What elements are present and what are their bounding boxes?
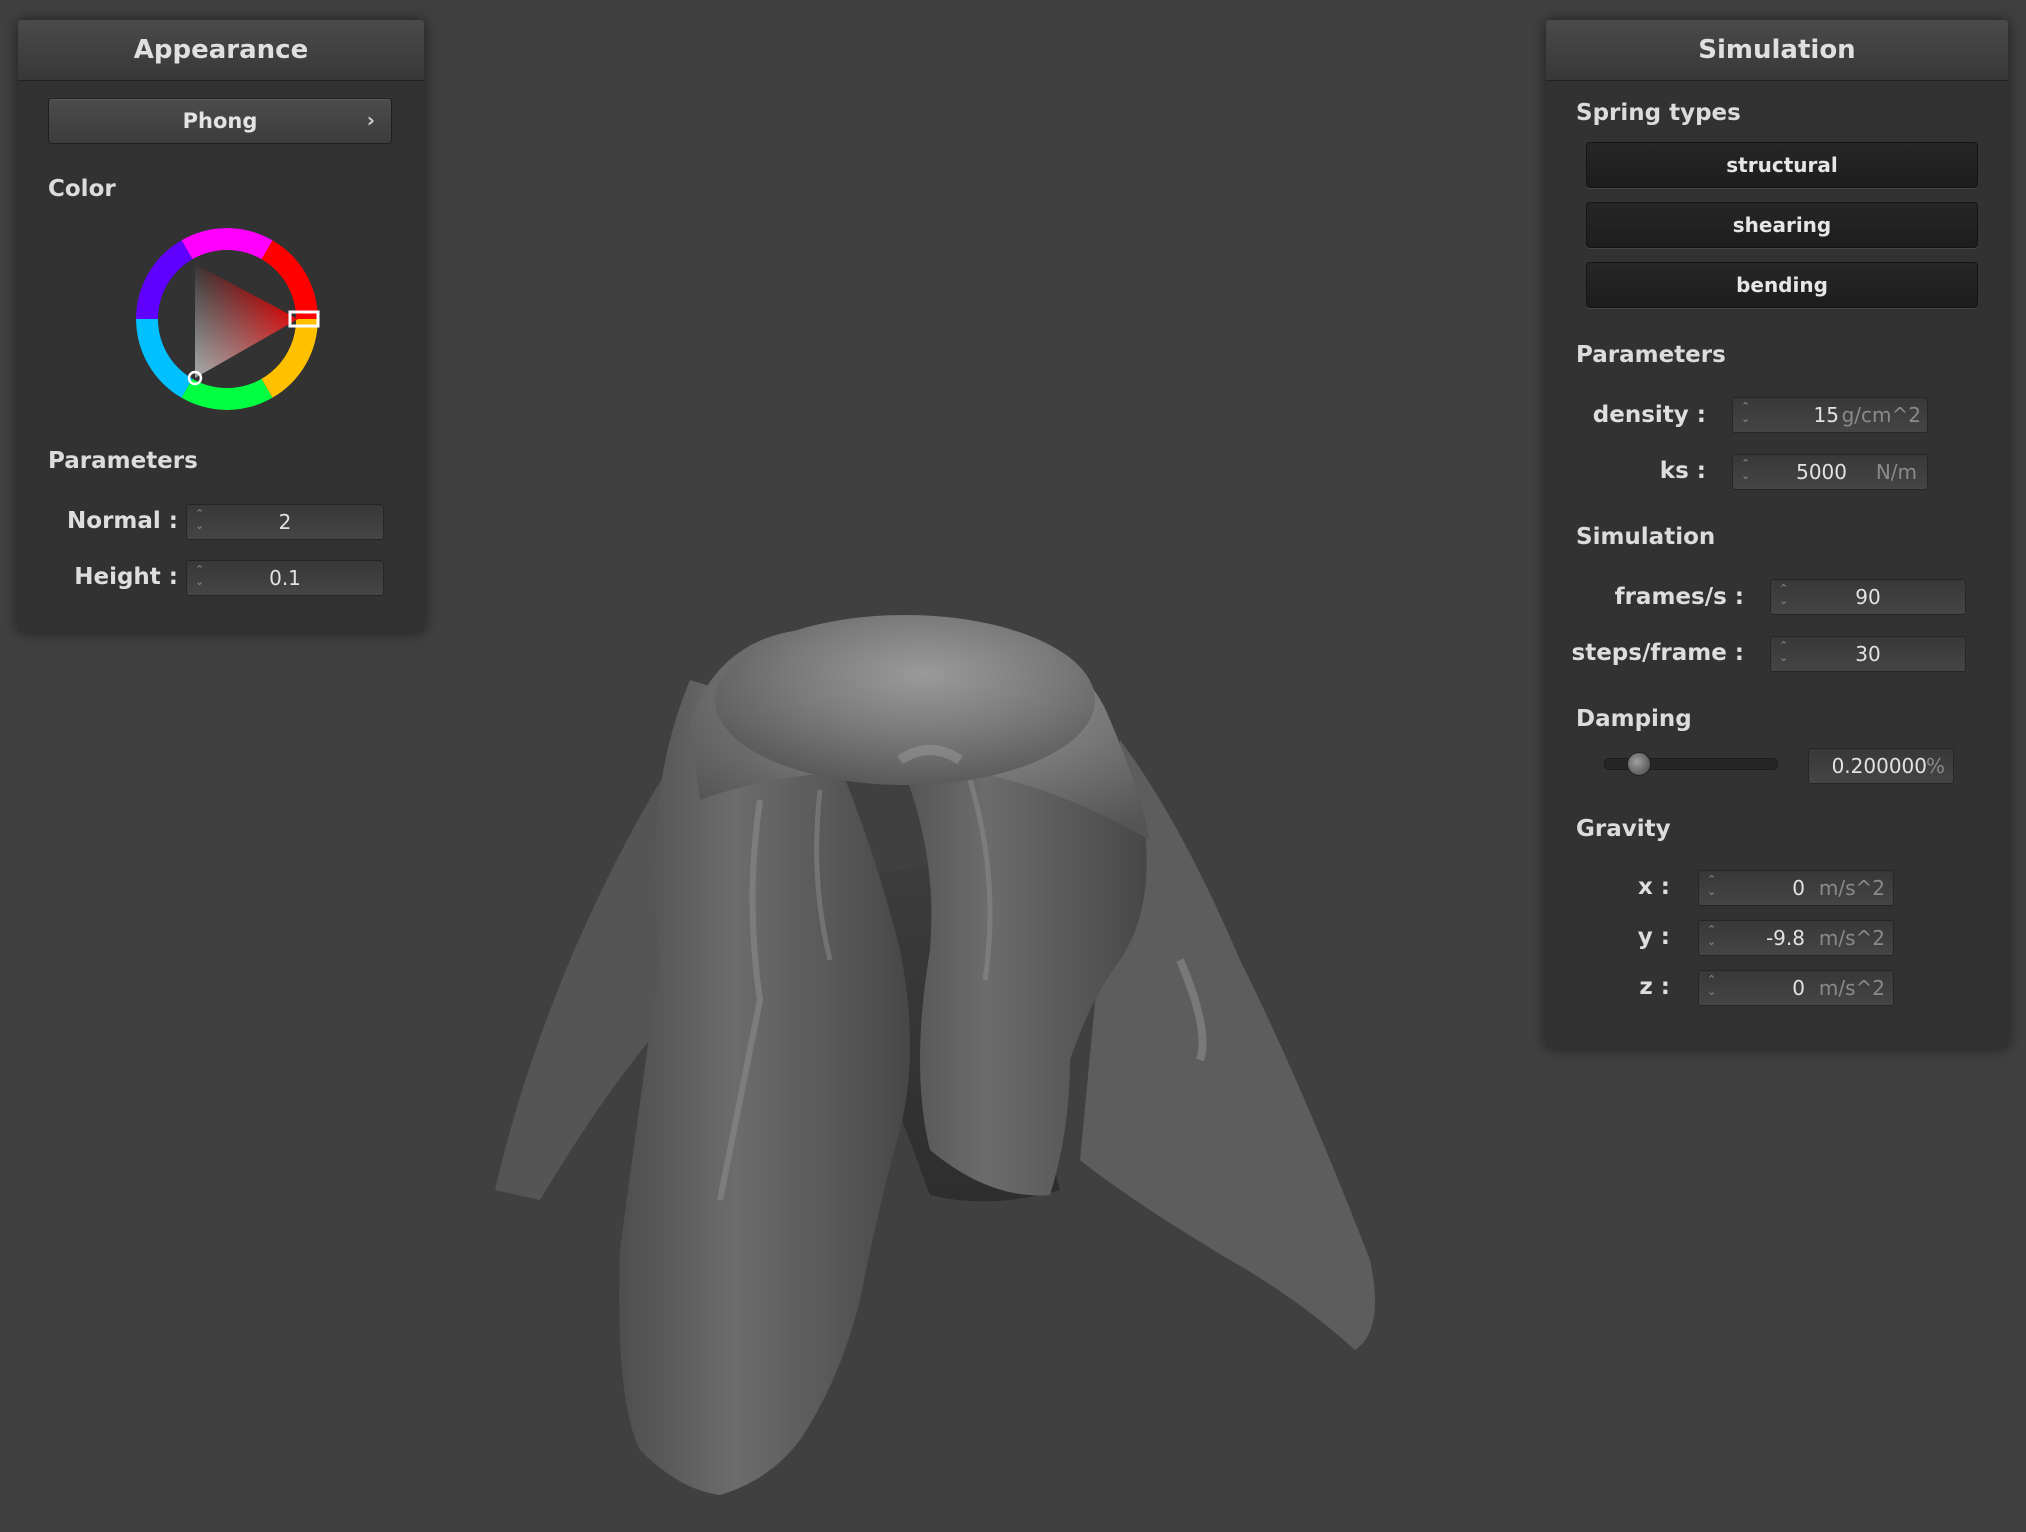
- shader-popup-button[interactable]: Phong ›: [48, 98, 392, 144]
- steps-per-frame-input[interactable]: ⌃ ⌄ 30: [1770, 636, 1966, 672]
- damping-unit: %: [1925, 754, 1945, 778]
- simulation-panel-title[interactable]: Simulation: [1546, 20, 2008, 81]
- appearance-panel: Appearance Phong › Color Parameters Norm…: [18, 20, 424, 632]
- frames-per-s-label: frames/s :: [1614, 584, 1744, 610]
- steps-per-frame-label: steps/frame :: [1571, 640, 1744, 666]
- gravity-z-label: z :: [1639, 974, 1670, 1000]
- ks-label: ks :: [1659, 458, 1706, 484]
- ks-unit: N/m: [1875, 460, 1917, 484]
- density-label: density :: [1592, 402, 1706, 428]
- height-value: 0.1: [269, 566, 301, 590]
- density-unit: g/cm^2: [1841, 403, 1921, 427]
- gravity-x-label: x :: [1637, 874, 1670, 900]
- height-input[interactable]: ⌃ ⌄ 0.1: [186, 560, 384, 596]
- steps-per-frame-value: 30: [1855, 642, 1881, 666]
- gravity-label: Gravity: [1576, 816, 1671, 842]
- normal-label: Normal :: [67, 508, 178, 534]
- structural-spring-button[interactable]: structural: [1586, 142, 1978, 188]
- damping-label: Damping: [1576, 706, 1692, 732]
- color-wheel[interactable]: [134, 226, 320, 412]
- density-value: 15: [1813, 403, 1839, 427]
- simulation-panel: Simulation Spring types structural shear…: [1546, 20, 2008, 1048]
- density-input[interactable]: ⌃ ⌄ 15 g/cm^2: [1732, 397, 1928, 433]
- frames-per-s-input[interactable]: ⌃ ⌄ 90: [1770, 579, 1966, 615]
- shearing-spring-button[interactable]: shearing: [1586, 202, 1978, 248]
- shader-popup-label: Phong: [182, 109, 258, 133]
- damping-slider-knob[interactable]: [1627, 752, 1652, 776]
- gravity-y-label: y :: [1637, 924, 1670, 950]
- ks-value: 5000: [1796, 460, 1847, 484]
- damping-value: 0.200000: [1831, 754, 1927, 778]
- bending-spring-button[interactable]: bending: [1586, 262, 1978, 308]
- gravity-x-unit: m/s^2: [1818, 876, 1885, 900]
- simulation-section-label: Simulation: [1576, 524, 1716, 550]
- gravity-y-value: -9.8: [1765, 926, 1805, 950]
- damping-input[interactable]: 0.200000 %: [1808, 748, 1954, 784]
- stepper-icon[interactable]: ⌃ ⌄: [1741, 401, 1753, 429]
- stepper-icon[interactable]: ⌃ ⌄: [1707, 924, 1719, 952]
- gravity-z-unit: m/s^2: [1818, 976, 1885, 1000]
- stepper-icon[interactable]: ⌃ ⌄: [1741, 458, 1753, 486]
- gravity-y-input[interactable]: ⌃ ⌄ -9.8 m/s^2: [1698, 920, 1894, 956]
- ks-input[interactable]: ⌃ ⌄ 5000 N/m: [1732, 454, 1928, 490]
- gravity-y-unit: m/s^2: [1818, 926, 1885, 950]
- color-section-label: Color: [48, 176, 116, 202]
- chevron-right-icon: ›: [366, 108, 375, 132]
- gravity-x-value: 0: [1792, 876, 1805, 900]
- simulation-parameters-label: Parameters: [1576, 342, 1726, 368]
- spring-types-label: Spring types: [1576, 100, 1741, 126]
- gravity-x-input[interactable]: ⌃ ⌄ 0 m/s^2: [1698, 870, 1894, 906]
- gravity-z-input[interactable]: ⌃ ⌄ 0 m/s^2: [1698, 970, 1894, 1006]
- frames-per-s-value: 90: [1855, 585, 1881, 609]
- stepper-icon[interactable]: ⌃ ⌄: [1707, 974, 1719, 1002]
- normal-input[interactable]: ⌃ ⌄ 2: [186, 504, 384, 540]
- normal-value: 2: [278, 510, 292, 534]
- appearance-parameters-label: Parameters: [48, 448, 198, 474]
- height-label: Height :: [74, 564, 178, 590]
- gravity-z-value: 0: [1792, 976, 1805, 1000]
- appearance-panel-title[interactable]: Appearance: [18, 20, 424, 81]
- stepper-icon[interactable]: ⌃ ⌄: [1707, 874, 1719, 902]
